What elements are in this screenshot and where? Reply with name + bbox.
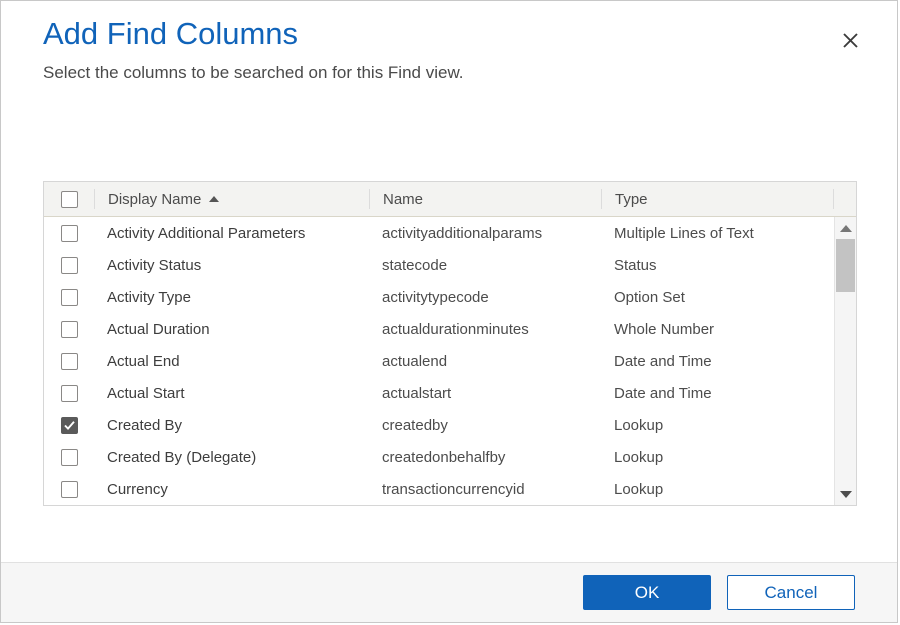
cell-name: transactioncurrencyid — [369, 481, 601, 498]
column-header-name[interactable]: Name — [369, 189, 601, 209]
cell-name: createdonbehalfby — [369, 449, 601, 466]
page-title: Add Find Columns — [43, 15, 873, 53]
chevron-up-icon — [840, 225, 852, 232]
row-checkbox-cell — [44, 353, 94, 370]
row-checkbox-cell — [44, 385, 94, 402]
row-checkbox[interactable] — [61, 289, 78, 306]
row-checkbox[interactable] — [61, 481, 78, 498]
cell-type: Date and Time — [601, 385, 833, 402]
cell-display-name: Actual Start — [94, 385, 369, 402]
columns-grid: Display Name Name Type — [43, 181, 857, 506]
scroll-down-button[interactable] — [835, 485, 856, 503]
cell-type: Option Set — [601, 289, 833, 306]
cell-name: actualstart — [369, 385, 601, 402]
cell-name: activityadditionalparams — [369, 225, 601, 242]
row-checkbox[interactable] — [61, 449, 78, 466]
select-all-checkbox[interactable] — [61, 191, 78, 208]
cell-type: Multiple Lines of Text — [601, 225, 833, 242]
grid-body: Activity Additional Parameters activitya… — [44, 217, 856, 505]
cell-type: Lookup — [601, 481, 833, 498]
row-checkbox[interactable] — [61, 353, 78, 370]
table-row[interactable]: Activity Status statecode Status — [44, 249, 834, 281]
row-checkbox[interactable] — [61, 385, 78, 402]
cell-type: Date and Time — [601, 353, 833, 370]
scroll-up-button[interactable] — [835, 219, 856, 237]
add-find-columns-dialog: Add Find Columns Select the columns to b… — [0, 0, 898, 623]
row-checkbox-cell — [44, 417, 94, 434]
close-icon — [842, 32, 859, 49]
cell-display-name: Currency — [94, 481, 369, 498]
cell-type: Status — [601, 257, 833, 274]
cell-name: statecode — [369, 257, 601, 274]
ok-button[interactable]: OK — [583, 575, 711, 610]
table-row[interactable]: Actual Duration actualdurationminutes Wh… — [44, 313, 834, 345]
dialog-subtitle: Select the columns to be searched on for… — [43, 61, 873, 85]
column-header-label: Type — [615, 191, 648, 208]
grid-rows: Activity Additional Parameters activitya… — [44, 217, 834, 505]
dialog-header: Add Find Columns Select the columns to b… — [1, 1, 897, 181]
table-row[interactable]: Currency transactioncurrencyid Lookup — [44, 473, 834, 505]
row-checkbox-cell — [44, 257, 94, 274]
table-row[interactable]: Created By createdby Lookup — [44, 409, 834, 441]
table-row[interactable]: Created By (Delegate) createdonbehalfby … — [44, 441, 834, 473]
cell-name: createdby — [369, 417, 601, 434]
close-button[interactable] — [837, 27, 863, 53]
chevron-down-icon — [840, 491, 852, 498]
cell-type: Whole Number — [601, 321, 833, 338]
sort-ascending-icon — [209, 196, 219, 202]
row-checkbox[interactable] — [61, 225, 78, 242]
dialog-footer: OK Cancel — [1, 562, 897, 622]
cell-display-name: Created By (Delegate) — [94, 449, 369, 466]
table-row[interactable]: Actual End actualend Date and Time — [44, 345, 834, 377]
cell-type: Lookup — [601, 417, 833, 434]
cell-display-name: Created By — [94, 417, 369, 434]
column-header-display-name[interactable]: Display Name — [94, 189, 369, 209]
grid-header-row: Display Name Name Type — [44, 182, 856, 217]
cell-display-name: Activity Additional Parameters — [94, 225, 369, 242]
row-checkbox-cell — [44, 481, 94, 498]
select-all-cell — [44, 191, 94, 208]
cell-name: actualend — [369, 353, 601, 370]
column-header-label: Name — [383, 191, 423, 208]
row-checkbox[interactable] — [61, 321, 78, 338]
row-checkbox-cell — [44, 321, 94, 338]
table-row[interactable]: Actual Start actualstart Date and Time — [44, 377, 834, 409]
column-header-label: Display Name — [108, 191, 201, 208]
cell-display-name: Activity Type — [94, 289, 369, 306]
cell-display-name: Actual Duration — [94, 321, 369, 338]
cell-display-name: Actual End — [94, 353, 369, 370]
column-header-type[interactable]: Type — [601, 189, 833, 209]
table-row[interactable]: Activity Additional Parameters activitya… — [44, 217, 834, 249]
cell-type: Lookup — [601, 449, 833, 466]
column-header-extra[interactable] — [833, 189, 856, 209]
content-spacer — [1, 506, 897, 562]
cell-name: activitytypecode — [369, 289, 601, 306]
cancel-button[interactable]: Cancel — [727, 575, 855, 610]
table-row[interactable]: Activity Type activitytypecode Option Se… — [44, 281, 834, 313]
row-checkbox-cell — [44, 225, 94, 242]
row-checkbox[interactable] — [61, 257, 78, 274]
cell-name: actualdurationminutes — [369, 321, 601, 338]
row-checkbox-cell — [44, 289, 94, 306]
row-checkbox[interactable] — [61, 417, 78, 434]
cell-display-name: Activity Status — [94, 257, 369, 274]
row-checkbox-cell — [44, 449, 94, 466]
vertical-scrollbar[interactable] — [834, 217, 856, 505]
scrollbar-thumb[interactable] — [836, 239, 855, 292]
